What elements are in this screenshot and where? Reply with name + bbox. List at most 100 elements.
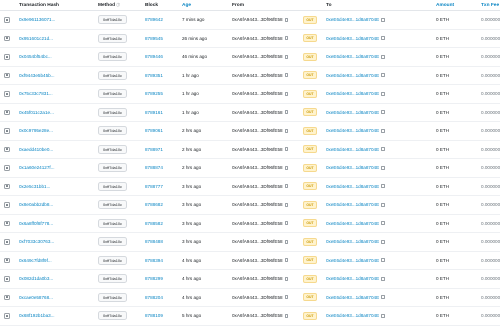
- to-address[interactable]: 0xeE6d4e93...1d8a8704E: [326, 141, 385, 159]
- to-address-text[interactable]: 0xeE6d4e93...1d8a8704E: [326, 91, 379, 96]
- to-address[interactable]: 0xeE6d4e93...1d8a8704E: [326, 215, 385, 233]
- copy-icon[interactable]: [284, 91, 288, 96]
- row-preview[interactable]: [4, 141, 10, 159]
- to-address[interactable]: 0xeE6d4e93...1d8a8704E: [326, 270, 385, 288]
- copy-icon[interactable]: [284, 128, 288, 133]
- txn-hash-link[interactable]: 0x0454bf54bc...: [19, 48, 52, 66]
- copy-icon[interactable]: [381, 221, 385, 226]
- txn-hash-link[interactable]: 0x2e5c31bb1...: [19, 178, 50, 196]
- copy-icon[interactable]: [381, 147, 385, 152]
- to-address[interactable]: 0xeE6d4e93...1d8a8704E: [326, 252, 385, 270]
- from-address[interactable]: 0xA6fA9443...3Df96fE58: [232, 122, 288, 140]
- row-preview[interactable]: [4, 196, 10, 214]
- eye-icon[interactable]: [4, 165, 10, 171]
- row-preview[interactable]: [4, 252, 10, 270]
- to-address-text[interactable]: 0xeE6d4e93...1d8a8704E: [326, 54, 379, 59]
- copy-icon[interactable]: [381, 91, 385, 96]
- block-link[interactable]: 8788777: [145, 178, 163, 196]
- copy-icon[interactable]: [381, 258, 385, 263]
- to-address-text[interactable]: 0xeE6d4e93...1d8a8704E: [326, 147, 379, 152]
- to-address-text[interactable]: 0xeE6d4e93...1d8a8704E: [326, 165, 379, 170]
- to-address-text[interactable]: 0xeE6d4e93...1d8a8704E: [326, 202, 379, 207]
- row-preview[interactable]: [4, 307, 10, 325]
- eye-icon[interactable]: [4, 220, 10, 226]
- to-address[interactable]: 0xeE6d4e93...1d8a8704E: [326, 48, 385, 66]
- from-address-text[interactable]: 0xA6fA9443...3Df96fE58: [232, 17, 283, 22]
- copy-icon[interactable]: [381, 313, 385, 318]
- block-link[interactable]: 8788204: [145, 289, 163, 307]
- block-link[interactable]: 8788971: [145, 141, 163, 159]
- from-address[interactable]: 0xA6fA9443...3Df96fE58: [232, 215, 288, 233]
- from-address-text[interactable]: 0xA6fA9443...3Df96fE58: [232, 184, 283, 189]
- to-address[interactable]: 0xeE6d4e93...1d8a8704E: [326, 67, 385, 85]
- txn-hash-link[interactable]: 0x082d1da0b3...: [19, 270, 53, 288]
- row-preview[interactable]: [4, 289, 10, 307]
- from-address-text[interactable]: 0xA6fA9443...3Df96fE58: [232, 54, 283, 59]
- to-address[interactable]: 0xeE6d4e93...1d8a8704E: [326, 196, 385, 214]
- to-address[interactable]: 0xeE6d4e93...1d8a8704E: [326, 178, 385, 196]
- txn-hash-link[interactable]: 0x8e0abb2db8...: [19, 196, 53, 214]
- row-preview[interactable]: [4, 11, 10, 29]
- copy-icon[interactable]: [381, 184, 385, 189]
- copy-icon[interactable]: [284, 313, 288, 318]
- copy-icon[interactable]: [284, 258, 288, 263]
- eye-icon[interactable]: [4, 109, 10, 115]
- txn-hash-link[interactable]: 0x0c9795e28e...: [19, 122, 53, 140]
- copy-icon[interactable]: [284, 239, 288, 244]
- header-amount[interactable]: Amount: [436, 0, 454, 10]
- txn-hash-link[interactable]: 0xf9443e5b45b...: [19, 67, 55, 85]
- copy-icon[interactable]: [381, 73, 385, 78]
- block-link[interactable]: 8788299: [145, 270, 163, 288]
- row-preview[interactable]: [4, 67, 10, 85]
- to-address[interactable]: 0xeE6d4e93...1d8a8704E: [326, 233, 385, 251]
- copy-icon[interactable]: [284, 276, 288, 281]
- block-link[interactable]: 8788874: [145, 159, 163, 177]
- eye-icon[interactable]: [4, 239, 10, 245]
- txn-hash-link[interactable]: 0xcae0e58768...: [19, 289, 53, 307]
- block-link[interactable]: 8788488: [145, 233, 163, 251]
- row-preview[interactable]: [4, 159, 10, 177]
- row-preview[interactable]: [4, 215, 10, 233]
- to-address-text[interactable]: 0xeE6d4e93...1d8a8704E: [326, 110, 379, 115]
- to-address-text[interactable]: 0xeE6d4e93...1d8a8704E: [326, 276, 379, 281]
- from-address-text[interactable]: 0xA6fA9443...3Df96fE58: [232, 147, 283, 152]
- eye-icon[interactable]: [4, 146, 10, 152]
- from-address-text[interactable]: 0xA6fA9443...3Df96fE58: [232, 73, 283, 78]
- from-address-text[interactable]: 0xA6fA9443...3Df96fE58: [232, 91, 283, 96]
- to-address[interactable]: 0xeE6d4e93...1d8a8704E: [326, 122, 385, 140]
- eye-icon[interactable]: [4, 35, 10, 41]
- txn-hash-link[interactable]: 0x45f011c2a1e...: [19, 104, 54, 122]
- from-address[interactable]: 0xA6fA9443...3Df96fE58: [232, 289, 288, 307]
- block-link[interactable]: 8789061: [145, 122, 163, 140]
- block-link[interactable]: 8789642: [145, 11, 163, 29]
- row-preview[interactable]: [4, 270, 10, 288]
- txn-hash-link[interactable]: 0x9e961136071...: [19, 11, 55, 29]
- from-address-text[interactable]: 0xA6fA9443...3Df96fE58: [232, 36, 283, 41]
- to-address-text[interactable]: 0xeE6d4e93...1d8a8704E: [326, 17, 379, 22]
- row-preview[interactable]: [4, 104, 10, 122]
- to-address-text[interactable]: 0xeE6d4e93...1d8a8704E: [326, 73, 379, 78]
- copy-icon[interactable]: [284, 54, 288, 59]
- copy-icon[interactable]: [381, 17, 385, 22]
- from-address[interactable]: 0xA6fA9443...3Df96fE58: [232, 67, 288, 85]
- to-address-text[interactable]: 0xeE6d4e93...1d8a8704E: [326, 295, 379, 300]
- eye-icon[interactable]: [4, 257, 10, 263]
- from-address[interactable]: 0xA6fA9443...3Df96fE58: [232, 11, 288, 29]
- to-address-text[interactable]: 0xeE6d4e93...1d8a8704E: [326, 36, 379, 41]
- copy-icon[interactable]: [284, 147, 288, 152]
- copy-icon[interactable]: [284, 36, 288, 41]
- row-preview[interactable]: [4, 122, 10, 140]
- to-address-text[interactable]: 0xeE6d4e93...1d8a8704E: [326, 313, 379, 318]
- txn-hash-link[interactable]: 0x75c33c7831...: [19, 85, 53, 103]
- block-link[interactable]: 8788582: [145, 215, 163, 233]
- from-address[interactable]: 0xA6fA9443...3Df96fE58: [232, 48, 288, 66]
- from-address[interactable]: 0xA6fA9443...3Df96fE58: [232, 30, 288, 48]
- from-address[interactable]: 0xA6fA9443...3Df96fE58: [232, 270, 288, 288]
- row-preview[interactable]: [4, 30, 10, 48]
- from-address[interactable]: 0xA6fA9443...3Df96fE58: [232, 104, 288, 122]
- eye-icon[interactable]: [4, 17, 10, 23]
- eye-icon[interactable]: [4, 276, 10, 282]
- from-address[interactable]: 0xA6fA9443...3Df96fE58: [232, 233, 288, 251]
- txn-hash-link[interactable]: 0xaedd410be0...: [19, 141, 53, 159]
- eye-icon[interactable]: [4, 202, 10, 208]
